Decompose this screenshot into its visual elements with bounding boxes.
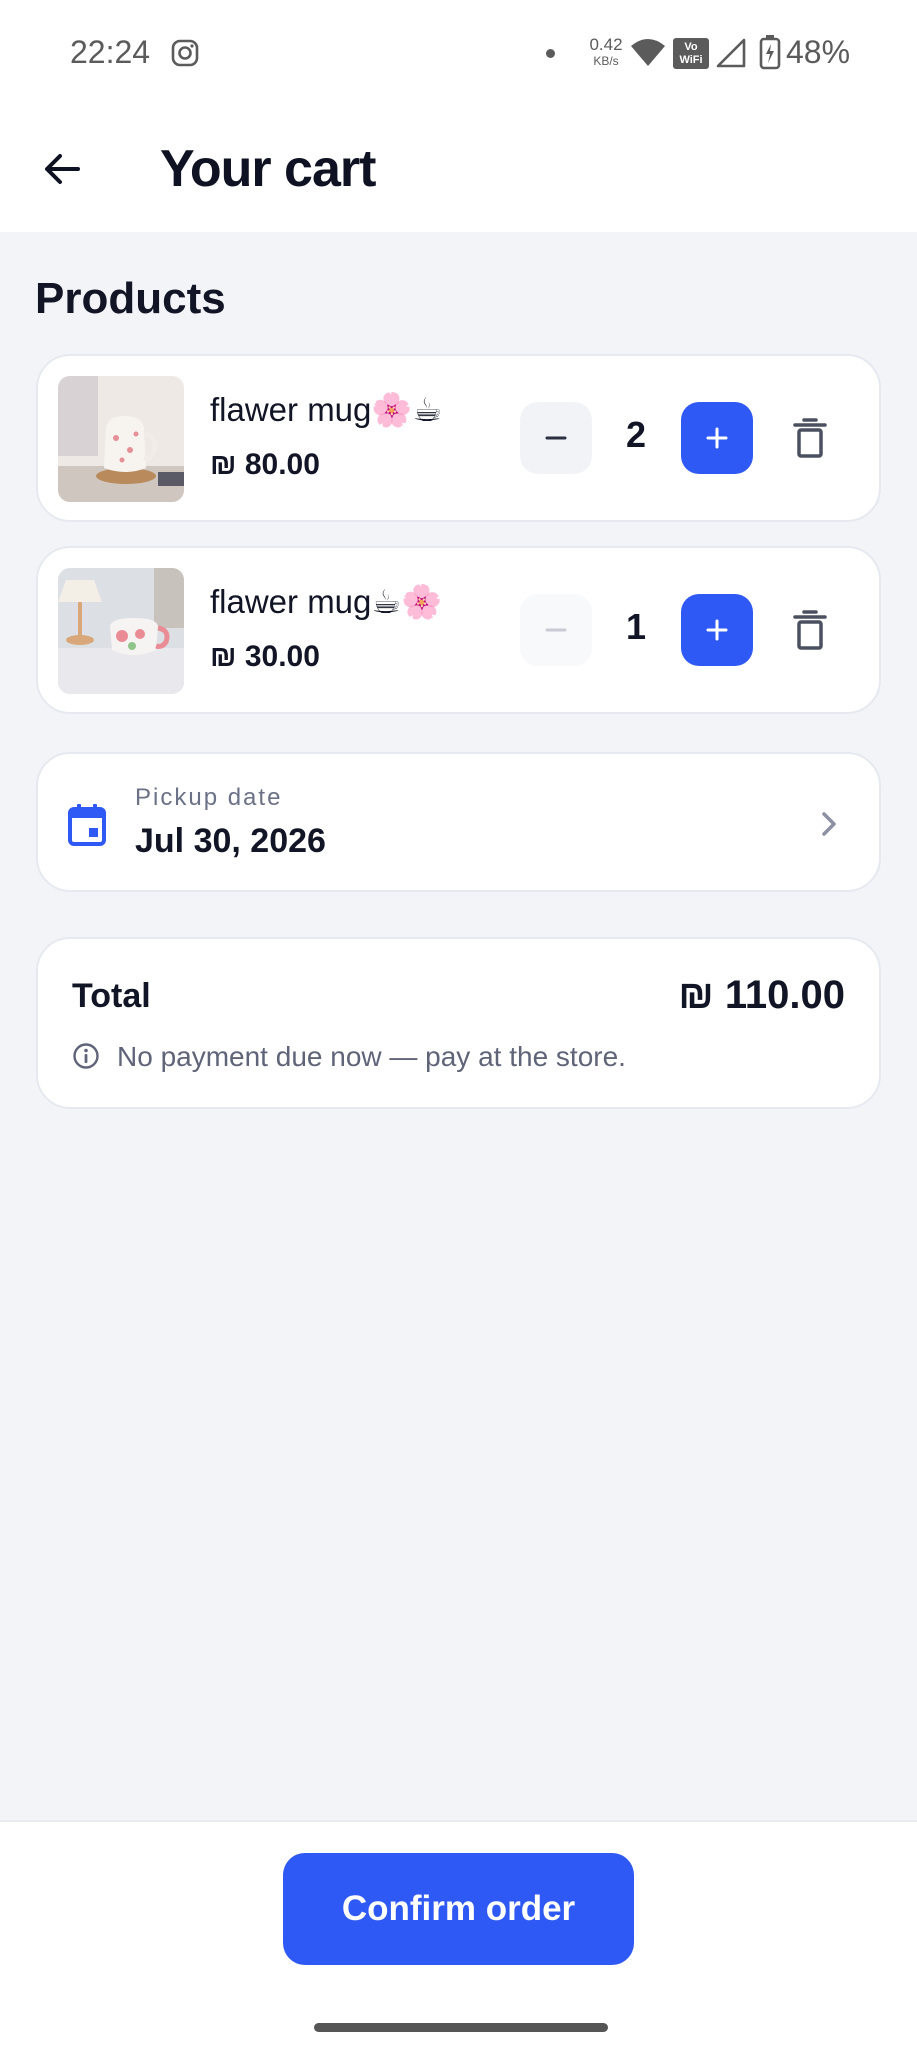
product-name: flawer mug🌸☕ bbox=[210, 391, 443, 428]
bottom-action-bar: Confirm order bbox=[0, 1820, 917, 2048]
signal-icon bbox=[716, 38, 746, 68]
total-label: Total bbox=[72, 977, 151, 1015]
confirm-order-button[interactable]: Confirm order bbox=[283, 1853, 634, 1965]
decrease-quantity-button[interactable] bbox=[520, 402, 592, 474]
order-total-card: Total ₪ 110.00 No payment due now — pay … bbox=[36, 937, 881, 1109]
product-price: ₪ 80.00 bbox=[210, 448, 320, 481]
trash-icon bbox=[793, 418, 827, 458]
plus-icon bbox=[706, 619, 728, 641]
trash-icon bbox=[793, 610, 827, 650]
plus-icon bbox=[706, 427, 728, 449]
chevron-right-icon bbox=[822, 812, 836, 836]
app-bar: Your cart bbox=[0, 105, 917, 232]
cart-item: flawer mug🌸☕ ₪ 80.00 2 bbox=[36, 354, 881, 522]
instagram-icon bbox=[171, 39, 199, 67]
pickup-date-value: Jul 30, 2026 bbox=[135, 822, 326, 860]
back-button[interactable] bbox=[30, 137, 94, 201]
info-icon bbox=[73, 1043, 99, 1069]
quantity-value: 1 bbox=[625, 606, 647, 647]
battery-charging-icon bbox=[759, 35, 781, 70]
pickup-date-label: Pickup date bbox=[135, 784, 283, 811]
calendar-icon bbox=[68, 804, 106, 846]
cart-content: Products flawer mug🌸☕ ₪ 80.00 2 flawer m… bbox=[0, 232, 917, 1820]
payment-note: No payment due now — pay at the store. bbox=[117, 1041, 626, 1072]
cart-item: flawer mug☕🌸 ₪ 30.00 1 bbox=[36, 546, 881, 714]
product-price: ₪ 30.00 bbox=[210, 640, 320, 673]
remove-item-button[interactable] bbox=[774, 594, 846, 666]
product-name: flawer mug☕🌸 bbox=[210, 583, 443, 620]
wifi-icon bbox=[631, 39, 665, 66]
products-section-title: Products bbox=[35, 274, 226, 323]
notification-dot-icon bbox=[546, 49, 555, 58]
total-value: ₪ 110.00 bbox=[678, 973, 845, 1017]
arrow-back-icon bbox=[45, 154, 80, 184]
product-image bbox=[58, 376, 184, 502]
minus-icon bbox=[545, 436, 567, 440]
remove-item-button[interactable] bbox=[774, 402, 846, 474]
battery-percent: 48% bbox=[786, 34, 851, 70]
pickup-date-selector[interactable]: Pickup date Jul 30, 2026 bbox=[36, 752, 881, 892]
product-image bbox=[58, 568, 184, 694]
quantity-value: 2 bbox=[625, 414, 647, 455]
increase-quantity-button[interactable] bbox=[681, 402, 753, 474]
increase-quantity-button[interactable] bbox=[681, 594, 753, 666]
page-title: Your cart bbox=[160, 140, 376, 198]
network-speed: 0.42 KB/s bbox=[589, 35, 623, 68]
minus-icon bbox=[545, 628, 567, 632]
decrease-quantity-button[interactable] bbox=[520, 594, 592, 666]
vowifi-icon: Vo WiFi bbox=[673, 38, 709, 69]
home-indicator[interactable] bbox=[314, 2023, 608, 2032]
status-time: 22:24 bbox=[70, 34, 151, 70]
status-bar: 22:24 0.42 KB/s Vo WiFi 48% bbox=[0, 0, 917, 105]
